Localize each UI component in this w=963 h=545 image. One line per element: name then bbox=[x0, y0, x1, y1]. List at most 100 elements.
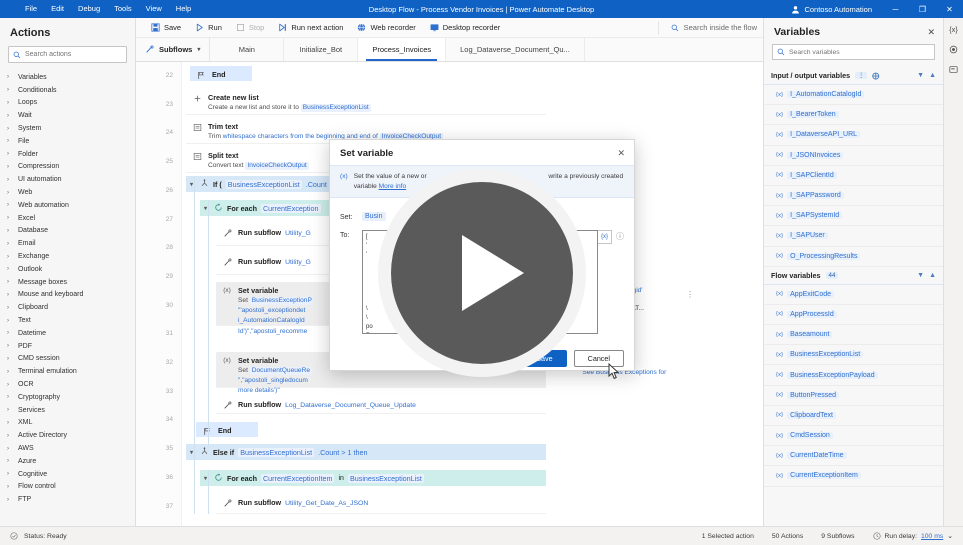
collapse-chevron-icon[interactable]: ▾ bbox=[190, 449, 196, 456]
menu-view[interactable]: View bbox=[139, 0, 169, 18]
action-category-web-automation[interactable]: › Web automation bbox=[0, 199, 135, 212]
action-category-loops[interactable]: › Loops bbox=[0, 97, 135, 110]
variable-row[interactable]: {x} I_JSONInvoices bbox=[764, 146, 943, 166]
variable-row[interactable]: {x} BusinessExceptionPayload bbox=[764, 365, 943, 386]
variable-name[interactable]: O_ProcessingResults bbox=[787, 252, 861, 260]
variable-row[interactable]: {x} I_SAPPassword bbox=[764, 186, 943, 207]
stop-button[interactable]: Stop bbox=[229, 19, 271, 36]
action-category-outlook[interactable]: › Outlook bbox=[0, 263, 135, 276]
action-category-database[interactable]: › Database bbox=[0, 225, 135, 238]
variable-name[interactable]: I_AutomationCatalogId bbox=[787, 91, 865, 99]
variable-row[interactable]: {x} CurrentDateTime bbox=[764, 446, 943, 467]
variable-name[interactable]: I_SAPClientId bbox=[787, 171, 837, 179]
variable-chip[interactable]: BusinessExceptionList bbox=[238, 447, 315, 457]
action-category-folder[interactable]: › Folder bbox=[0, 148, 135, 161]
action-category-email[interactable]: › Email bbox=[0, 237, 135, 250]
search-variables-input[interactable] bbox=[789, 48, 930, 56]
run-delay-value[interactable]: 100 ms bbox=[921, 533, 943, 540]
collapse-chevron-icon[interactable]: ▾ bbox=[204, 205, 210, 212]
variable-row[interactable]: {x} Baseamount bbox=[764, 325, 943, 346]
action-category-cryptography[interactable]: › Cryptography bbox=[0, 391, 135, 404]
action-category-azure[interactable]: › Azure bbox=[0, 455, 135, 468]
account-button[interactable]: Contoso Automation bbox=[791, 5, 882, 14]
save-button[interactable]: Save bbox=[144, 19, 188, 36]
variable-name[interactable]: ButtonPressed bbox=[787, 391, 840, 399]
flow-action-row[interactable]: Create new list Create a new list and sto… bbox=[186, 89, 546, 115]
variable-row[interactable]: {x} I_BearerToken bbox=[764, 105, 943, 126]
variable-row[interactable]: {x} CurrentExceptionItem bbox=[764, 466, 943, 487]
variable-row[interactable]: {x} BusinessExceptionList bbox=[764, 345, 943, 366]
variable-name[interactable]: I_SAPPassword bbox=[787, 192, 844, 200]
variable-name[interactable]: I_SAPSystemId bbox=[787, 212, 843, 220]
variable-name[interactable]: I_BearerToken bbox=[787, 111, 839, 119]
action-category-variables[interactable]: › Variables bbox=[0, 71, 135, 84]
desktop-recorder-button[interactable]: Desktop recorder bbox=[423, 19, 508, 36]
flow-action-row[interactable]: ▾ Else if BusinessExceptionList .Count > 1 … bbox=[186, 444, 546, 460]
filter-icon[interactable]: ▼ bbox=[917, 72, 924, 79]
variable-row[interactable]: {x} ButtonPressed bbox=[764, 386, 943, 406]
action-category-aws[interactable]: › AWS bbox=[0, 442, 135, 455]
flow-action-row[interactable]: Run subflow Log_Dataverse_Document_Queue_… bbox=[216, 396, 546, 414]
variable-chip[interactable]: InvoiceCheckOutput bbox=[245, 161, 309, 171]
action-category-wait[interactable]: › Wait bbox=[0, 109, 135, 122]
recorder-rail-icon[interactable] bbox=[949, 45, 958, 54]
variable-name[interactable]: CurrentDateTime bbox=[787, 452, 847, 460]
variable-chip-2[interactable]: BusinessExceptionList bbox=[347, 473, 424, 483]
variable-name[interactable]: I_JSONInvoices bbox=[787, 151, 844, 159]
set-field-value[interactable]: Busin bbox=[362, 212, 386, 222]
variable-row[interactable]: {x} I_AutomationCatalogId bbox=[764, 85, 943, 106]
action-category-file[interactable]: › File bbox=[0, 135, 135, 148]
action-category-mouse-and-keyboard[interactable]: › Mouse and keyboard bbox=[0, 289, 135, 302]
variable-row[interactable]: {x} I_SAPSystemId bbox=[764, 206, 943, 227]
filter-icon[interactable]: ▼ bbox=[917, 272, 924, 279]
expression-picker-button[interactable]: {x} bbox=[598, 230, 612, 245]
search-inside-flow-box[interactable]: Search inside the flow bbox=[657, 20, 757, 35]
variable-name[interactable]: AppProcessId bbox=[787, 310, 837, 318]
action-category-web[interactable]: › Web bbox=[0, 186, 135, 199]
flow-action-row[interactable]: Run subflow Utility_Get_Date_As_JSON bbox=[216, 494, 546, 514]
action-category-message-boxes[interactable]: › Message boxes bbox=[0, 276, 135, 289]
menu-help[interactable]: Help bbox=[169, 0, 198, 18]
tab-main[interactable]: Main bbox=[210, 38, 285, 61]
collapse-chevron-icon[interactable]: ▾ bbox=[190, 181, 196, 188]
subflow-name[interactable]: Utility_G bbox=[285, 259, 311, 266]
action-category-pdf[interactable]: › PDF bbox=[0, 340, 135, 353]
action-category-text[interactable]: › Text bbox=[0, 314, 135, 327]
flow-action-row[interactable]: ▾ For each CurrentExceptionItem in BusinessE… bbox=[200, 470, 546, 486]
action-category-ui-automation[interactable]: › UI automation bbox=[0, 173, 135, 186]
action-category-cmd-session[interactable]: › CMD session bbox=[0, 353, 135, 366]
flow-action-row[interactable]: End bbox=[190, 66, 252, 81]
tab-process-invoices[interactable]: Process_Invoices bbox=[358, 38, 447, 61]
action-category-conditionals[interactable]: › Conditionals bbox=[0, 84, 135, 97]
variable-row[interactable]: {x} O_ProcessingResults bbox=[764, 247, 943, 267]
variable-name[interactable]: Baseamount bbox=[787, 331, 833, 339]
variable-chip[interactable]: DocumentQueueRe bbox=[249, 366, 313, 376]
action-category-terminal-emulation[interactable]: › Terminal emulation bbox=[0, 365, 135, 378]
variable-row[interactable]: {x} AppExitCode bbox=[764, 285, 943, 305]
action-category-flow-control[interactable]: › Flow control bbox=[0, 481, 135, 494]
run-next-action-button[interactable]: Run next action bbox=[271, 19, 350, 36]
field-help-icon[interactable]: ⓘ bbox=[612, 230, 624, 242]
subflow-name[interactable]: Log_Dataverse_Document_Queue_Update bbox=[285, 402, 416, 409]
action-category-compression[interactable]: › Compression bbox=[0, 161, 135, 174]
run-delay-control[interactable]: Run delay: 100 ms ⌄ bbox=[872, 532, 953, 540]
action-category-services[interactable]: › Services bbox=[0, 404, 135, 417]
to-field-input[interactable]: [ ' ' \ \ po Pay Escap bbox=[362, 230, 598, 335]
variable-chip[interactable]: BusinessExceptionList bbox=[300, 103, 371, 113]
tab-initialize-bot[interactable]: Initialize_Bot bbox=[284, 38, 359, 61]
subflow-name[interactable]: Utility_Get_Date_As_JSON bbox=[285, 500, 368, 507]
web-recorder-button[interactable]: Web recorder bbox=[350, 19, 422, 36]
variable-chip[interactable]: CurrentException bbox=[260, 203, 321, 213]
collapse-section-icon[interactable]: ▲ bbox=[929, 72, 936, 79]
variables-section-header[interactable]: Input / output variables ⋮ ⨁ ▼ ▲ bbox=[764, 67, 943, 85]
variable-chip[interactable]: CurrentExceptionItem bbox=[260, 473, 335, 483]
action-category-exchange[interactable]: › Exchange bbox=[0, 250, 135, 263]
collapse-chevron-icon[interactable]: ▾ bbox=[204, 475, 210, 482]
variable-chip[interactable]: BusinessExceptionList bbox=[225, 179, 302, 189]
action-category-system[interactable]: › System bbox=[0, 122, 135, 135]
action-category-excel[interactable]: › Excel bbox=[0, 212, 135, 225]
search-variables-box[interactable] bbox=[772, 44, 935, 60]
variable-name[interactable]: CurrentExceptionItem bbox=[787, 472, 861, 480]
subflow-name[interactable]: Utility_G bbox=[285, 230, 311, 237]
variable-name[interactable]: BusinessExceptionList bbox=[787, 351, 864, 359]
